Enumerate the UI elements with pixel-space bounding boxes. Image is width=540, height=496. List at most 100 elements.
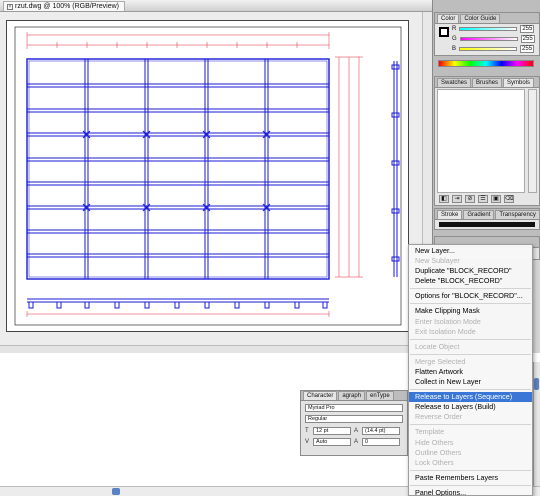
bottom-scrollbar-thumb[interactable] — [112, 488, 120, 495]
menu-item: Reverse Order — [415, 412, 463, 422]
document-tab[interactable]: × rzut.dwg @ 100% (RGB/Preview) — [3, 1, 125, 11]
channel-label: G — [452, 36, 457, 42]
color-panel: Color Color Guide R 255 G 255 B 255 — [434, 12, 540, 56]
symbols-panel: Swatches Brushes Symbols ◧ ⇥ ⊘ ☰ ▣ ⌫ — [434, 76, 540, 206]
menu-item[interactable]: Panel Options... — [409, 488, 532, 496]
slider-track-r[interactable] — [459, 27, 518, 31]
bottom-elevation — [27, 298, 329, 309]
artboard[interactable] — [6, 20, 409, 332]
right-panel-dock: Color Color Guide R 255 G 255 B 255 Swat… — [432, 0, 540, 260]
menu-item[interactable]: Release to Layers (Sequence) — [409, 392, 532, 403]
illustrator-workspace: × rzut.dwg @ 100% (RGB/Preview) Color Co… — [0, 0, 540, 496]
tracking-field[interactable]: 0 — [362, 438, 400, 446]
symbols-list[interactable] — [437, 89, 525, 193]
stroke-panel: Stroke Gradient Transparency — [434, 208, 540, 230]
menu-item[interactable]: Flatten Artwork — [409, 367, 532, 377]
stroke-panel-tabs: Stroke Gradient Transparency — [435, 209, 540, 220]
font-family-select[interactable]: Myriad Pro — [305, 404, 403, 412]
menu-separator — [409, 352, 532, 357]
document-tab-bar: × rzut.dwg @ 100% (RGB/Preview) — [0, 0, 432, 12]
document-horizontal-scrollbar[interactable] — [0, 345, 432, 353]
channel-label: R — [452, 26, 457, 32]
font-size-field[interactable]: 12 pt — [313, 427, 351, 435]
menu-separator — [409, 301, 532, 306]
menu-separator — [409, 286, 532, 291]
menu-separator — [409, 468, 532, 473]
plan-grid — [26, 58, 330, 280]
symbol-toolbar: ◧ ⇥ ⊘ ☰ ▣ ⌫ — [439, 195, 514, 203]
menu-item[interactable]: Delete "BLOCK_RECORD" — [409, 276, 532, 286]
menu-item[interactable]: Make Clipping Mask — [409, 306, 532, 316]
menu-item[interactable]: Duplicate "BLOCK_RECORD" — [409, 266, 532, 276]
color-slider-g[interactable]: G 255 — [435, 34, 539, 44]
symbols-scrollbar[interactable] — [528, 89, 537, 193]
symbols-panel-tabs: Swatches Brushes Symbols — [435, 77, 539, 88]
font-size-icon: T — [305, 428, 309, 434]
channel-value-g[interactable]: 255 — [520, 35, 535, 43]
slider-track-g[interactable] — [459, 37, 518, 41]
channel-value-r[interactable]: 255 — [520, 25, 535, 33]
menu-item: Hide Others — [415, 437, 454, 447]
menu-item[interactable]: Collect in New Layer — [409, 377, 532, 387]
tab-gradient[interactable]: Gradient — [463, 210, 495, 219]
menu-item: Locate Object — [415, 341, 460, 351]
tab-color-guide[interactable]: Color Guide — [460, 14, 501, 23]
document-tab-title: rzut.dwg @ 100% (RGB/Preview) — [15, 3, 119, 10]
tab-swatches[interactable]: Swatches — [437, 78, 472, 87]
kerning-field[interactable]: Auto — [313, 438, 351, 446]
character-panel-tabs: Character agraph enType — [301, 391, 407, 401]
menu-item[interactable]: New Layer... — [409, 246, 532, 256]
layers-panel-flyout-menu: New Layer... New Sublayer Duplicate "BLOCK… — [408, 244, 533, 496]
symbol-library-icon[interactable]: ◧ — [439, 195, 449, 203]
tab-symbols[interactable]: Symbols — [503, 78, 535, 87]
character-panel: Character agraph enType Myriad Pro Regul… — [300, 390, 408, 456]
leading-field[interactable]: (14.4 pt) — [362, 427, 400, 435]
tab-color[interactable]: Color — [437, 14, 460, 23]
tab-transparency[interactable]: Transparency — [495, 210, 540, 219]
fill-stroke-swatch[interactable] — [439, 27, 449, 37]
side-elevation — [391, 61, 400, 277]
document-window: × rzut.dwg @ 100% (RGB/Preview) — [0, 0, 432, 345]
kerning-icon: V — [305, 439, 310, 445]
font-style-select[interactable]: Regular — [305, 415, 403, 423]
menu-item: Outline Others — [415, 447, 462, 457]
tab-brushes[interactable]: Brushes — [472, 78, 503, 87]
place-symbol-icon[interactable]: ⇥ — [452, 195, 462, 203]
menu-item: Merge Selected — [415, 356, 466, 366]
menu-separator — [409, 337, 532, 342]
menu-separator — [409, 422, 532, 427]
slider-track-b[interactable] — [459, 47, 518, 51]
color-slider-b[interactable]: B 255 — [435, 44, 539, 54]
delete-symbol-icon[interactable]: ⌫ — [504, 195, 514, 203]
top-dimensions — [26, 32, 330, 49]
color-slider-r[interactable]: R 255 — [435, 24, 539, 34]
menu-separator — [409, 483, 532, 488]
tab-paragraph[interactable]: agraph — [338, 391, 366, 400]
menu-item: Enter Isolation Mode — [415, 316, 481, 326]
symbol-options-icon[interactable]: ☰ — [478, 195, 488, 203]
color-spectrum-bar[interactable] — [438, 60, 534, 67]
menu-item: Template — [415, 427, 445, 437]
bottom-dimensions — [26, 311, 330, 317]
tab-opentype[interactable]: enType — [366, 391, 394, 400]
break-link-icon[interactable]: ⊘ — [465, 195, 475, 203]
canvas[interactable] — [0, 12, 430, 345]
right-dimensions — [335, 56, 363, 278]
tab-stroke[interactable]: Stroke — [437, 210, 463, 219]
menu-item[interactable]: Options for "BLOCK_RECORD"... — [409, 291, 532, 301]
tracking-icon: A — [354, 439, 359, 445]
channel-value-b[interactable]: 255 — [520, 45, 535, 53]
new-symbol-icon[interactable]: ▣ — [491, 195, 501, 203]
menu-item[interactable]: Paste Remembers Layers — [409, 473, 532, 483]
tab-character[interactable]: Character — [303, 391, 338, 400]
close-tab-icon[interactable]: × — [7, 3, 13, 10]
floor-plan-drawing[interactable] — [7, 21, 410, 333]
channel-label: B — [452, 46, 457, 52]
stroke-preview — [439, 222, 535, 227]
menu-item[interactable]: Release to Layers (Build) — [409, 402, 532, 412]
menu-item: Exit Isolation Mode — [415, 326, 476, 336]
layers-scrollbar-thumb[interactable] — [534, 378, 539, 390]
leading-icon: A — [354, 428, 359, 434]
menu-separator — [409, 387, 532, 392]
color-panel-tabs: Color Color Guide — [435, 13, 539, 24]
